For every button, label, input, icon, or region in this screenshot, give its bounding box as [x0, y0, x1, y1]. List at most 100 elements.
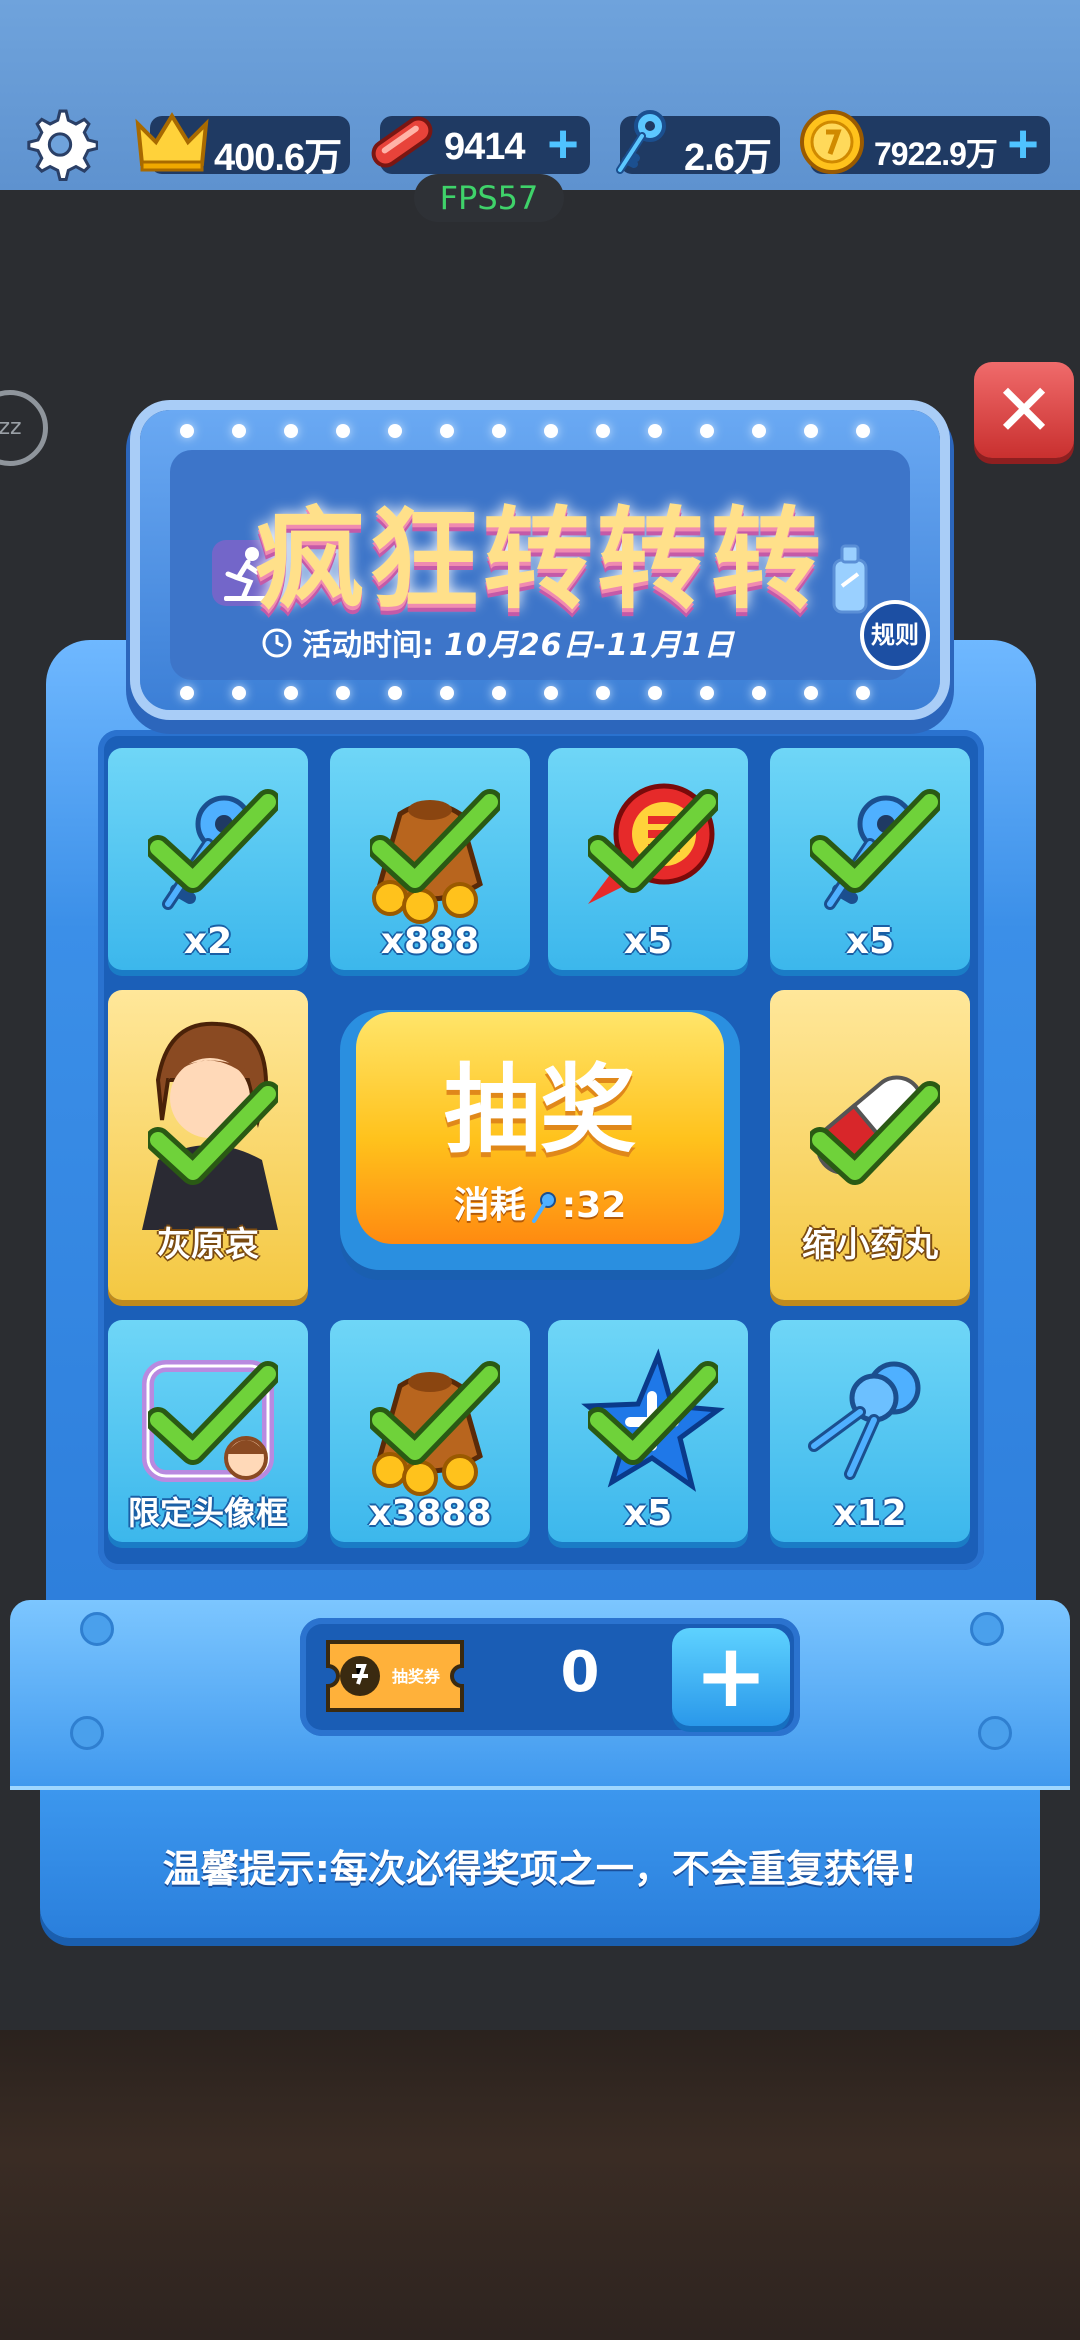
draw-cost-row: 消耗 :32 [356, 1176, 724, 1228]
fps-counter: FPS57 [414, 174, 564, 222]
claimed-checkmark-icon [810, 1081, 940, 1185]
key-value: 2.6万 [684, 137, 772, 179]
claimed-checkmark-icon [370, 789, 500, 893]
prize-tile-7: 限定头像框 [108, 1320, 308, 1542]
key-counter: 2.6万 [616, 110, 780, 179]
claimed-checkmark-icon [370, 1361, 500, 1465]
prize-label: x5 [845, 921, 895, 962]
screw-decoration [970, 1612, 1004, 1646]
buy-skateboard-plus-button[interactable]: + [542, 117, 584, 171]
prize-tile-10: x12 [770, 1320, 970, 1542]
claimed-checkmark-icon [148, 789, 278, 893]
close-button[interactable]: ✕ [974, 362, 1074, 458]
screw-decoration [978, 1716, 1012, 1750]
event-time-row: 活动时间: 10月26日-11月1日 [260, 620, 800, 664]
ticket-bar: 抽奖券 0 + [300, 1618, 800, 1736]
sign-light-bulb [284, 424, 298, 438]
prize-tile-4: x5 [770, 748, 970, 970]
prize-tile-8: x3888 [330, 1320, 530, 1542]
sign-light-bulb [180, 686, 194, 700]
prize-label: 灰原哀 [157, 1225, 259, 1265]
sign-light-bulb [336, 686, 350, 700]
event-title: 疯狂转转转 [255, 496, 825, 624]
tip-text: 温馨提示:每次必得奖项之一，不会重复获得! [162, 1847, 918, 1891]
sign-light-bulb [648, 424, 662, 438]
sign-light-bulb [804, 686, 818, 700]
screw-decoration [70, 1716, 104, 1750]
draw-button-face: 抽奖 消耗 :32 [356, 1012, 724, 1244]
sign-light-bulb [752, 424, 766, 438]
event-time-value: 10月26日-11月1日 [444, 628, 735, 663]
claimed-checkmark-icon [810, 789, 940, 893]
key-icon [531, 1192, 556, 1223]
add-ticket-button[interactable]: + [672, 1628, 790, 1726]
prize-label: x2 [183, 921, 233, 962]
prize-label: 限定头像框 [127, 1494, 288, 1532]
crown-icon [135, 112, 209, 172]
keys-bunch-icon [808, 1361, 921, 1480]
top-resource-bar: 400.6万 9414 + 2.6万 7922.9万 + [0, 0, 1080, 190]
prize-tile-3: x5 [548, 748, 748, 970]
sign-light-bulb [596, 424, 610, 438]
coin-icon [800, 110, 864, 174]
coin-counter: 7922.9万 + [800, 110, 1050, 174]
prize-label: x3888 [368, 1493, 492, 1534]
sign-light-bulb [180, 424, 194, 438]
coin-value: 7922.9万 [874, 136, 998, 172]
prize-label: x5 [623, 1493, 673, 1534]
crown-value: 400.6万 [214, 137, 342, 179]
sign-light-bulb [804, 424, 818, 438]
prize-tile-2: x888 [330, 748, 530, 970]
sign-light-bulb [544, 686, 558, 700]
prize-tile-6: 缩小药丸 [770, 990, 970, 1300]
prize-tile-9: x5 [548, 1320, 748, 1542]
key-icon [616, 110, 666, 174]
clock-icon [262, 628, 292, 658]
skateboard-counter: 9414 + [371, 116, 590, 174]
sign-light-bulb [388, 686, 402, 700]
event-time-label: 活动时间: [302, 628, 434, 663]
sign-light-bulb [700, 686, 714, 700]
rules-button[interactable]: 规则 [860, 600, 930, 670]
prize-label: 缩小药丸 [802, 1225, 938, 1265]
event-title-sign: 疯狂转转转 活动时间: 10月26日-11月1日 规则 [140, 410, 940, 710]
skateboard-value: 9414 [444, 126, 526, 168]
lottery-ticket-icon: 抽奖券 [326, 1640, 464, 1712]
prize-tile-5: 灰原哀 [108, 990, 308, 1300]
prize-label: x12 [833, 1493, 907, 1534]
sign-light-bulb [336, 424, 350, 438]
sign-light-bulb [596, 686, 610, 700]
sign-light-bulb [856, 686, 870, 700]
crown-score-counter: 400.6万 [135, 112, 350, 179]
ticket-icon-label: 抽奖券 [392, 1667, 441, 1686]
sign-light-bulb [492, 424, 506, 438]
sign-light-bulb [284, 686, 298, 700]
buy-coin-plus-button[interactable]: + [1002, 117, 1044, 171]
spray-bottle-icon [832, 544, 868, 614]
draw-cost-value: :32 [561, 1185, 627, 1226]
draw-button-label: 抽奖 [444, 1054, 636, 1166]
ticket-count: 0 [560, 1640, 600, 1705]
sign-light-bulb [856, 424, 870, 438]
tip-panel: 温馨提示:每次必得奖项之一，不会重复获得! [40, 1790, 1040, 1938]
prize-label: x888 [380, 921, 480, 962]
claimed-checkmark-icon [148, 1081, 278, 1185]
sign-light-bulb [232, 686, 246, 700]
skateboard-icon [371, 116, 433, 168]
prize-tile-1: x2 [108, 748, 308, 970]
sign-light-bulb [648, 686, 662, 700]
screw-decoration [80, 1612, 114, 1646]
sign-light-bulb [700, 424, 714, 438]
sign-light-bulb [492, 686, 506, 700]
settings-gear-icon[interactable] [22, 105, 98, 181]
draw-cost-prefix: 消耗 [453, 1185, 526, 1226]
game-backdrop-bottom [0, 2030, 1080, 2340]
draw-lottery-button[interactable]: 抽奖 消耗 :32 [340, 1010, 740, 1270]
sign-light-bulb [440, 686, 454, 700]
claimed-checkmark-icon [588, 789, 718, 893]
sign-light-bulb [752, 686, 766, 700]
prize-label: x5 [623, 921, 673, 962]
sign-light-bulb [388, 424, 402, 438]
claimed-checkmark-icon [148, 1361, 278, 1465]
sign-light-bulb [232, 424, 246, 438]
